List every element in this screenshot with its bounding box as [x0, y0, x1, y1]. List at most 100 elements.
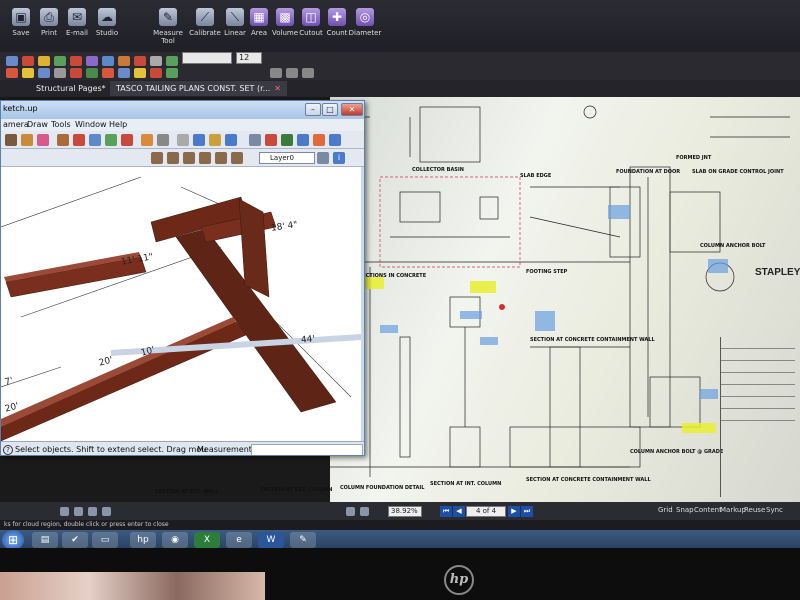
font-size-field[interactable]: 12	[236, 52, 262, 64]
shape-icon[interactable]	[54, 56, 66, 66]
arrow-icon[interactable]	[134, 56, 146, 66]
word-icon[interactable]: W	[258, 532, 284, 548]
hand-icon[interactable]	[346, 507, 355, 516]
content-toggle[interactable]: Content	[694, 506, 722, 514]
zoom-extents-icon[interactable]	[249, 134, 261, 146]
maximize-button[interactable]: □	[322, 103, 338, 116]
front-view-icon[interactable]	[183, 152, 195, 164]
menu-tools[interactable]: Tools	[51, 120, 71, 129]
iso-view-icon[interactable]	[151, 152, 163, 164]
info-icon[interactable]: i	[333, 152, 345, 164]
make-component-icon[interactable]	[5, 134, 17, 146]
excel-icon[interactable]: X	[194, 532, 220, 548]
align-right-icon[interactable]	[302, 68, 314, 78]
zoom-icon[interactable]	[88, 507, 97, 516]
measurements-input[interactable]	[251, 444, 363, 455]
hatch-icon[interactable]	[166, 68, 178, 78]
explorer-icon[interactable]: ▤	[32, 532, 58, 548]
italic-icon[interactable]	[86, 68, 98, 78]
eraser-icon[interactable]	[37, 134, 49, 146]
zoom-field[interactable]: 38.92%	[388, 506, 422, 517]
ie-icon[interactable]: e	[226, 532, 252, 548]
start-button[interactable]: ⊞	[2, 530, 24, 550]
back-view-icon[interactable]	[215, 152, 227, 164]
menu-camera[interactable]: amera	[3, 120, 29, 129]
tab-structural-pages[interactable]: Structural Pages*	[30, 81, 112, 96]
measure-tool-button[interactable]: ✎ Measure Tool	[150, 8, 186, 48]
follow-me-icon[interactable]	[105, 134, 117, 146]
font-family-field[interactable]	[182, 52, 232, 64]
last-page-button[interactable]: ⏭	[521, 506, 533, 517]
page-field[interactable]: 4 of 4	[466, 506, 506, 517]
polygon-icon[interactable]	[166, 56, 178, 66]
help-icon[interactable]: ?	[3, 445, 13, 455]
share-model-icon[interactable]	[297, 134, 309, 146]
folder-icon[interactable]: ✔	[62, 532, 88, 548]
bold-icon[interactable]	[70, 68, 82, 78]
cloud-icon[interactable]	[86, 56, 98, 66]
line-icon[interactable]	[70, 56, 82, 66]
offset-icon[interactable]	[141, 134, 153, 146]
strike-icon[interactable]	[150, 68, 162, 78]
font-color-icon[interactable]	[134, 68, 146, 78]
sketchup-titlebar[interactable]: ketch.up – □ ✕	[1, 101, 364, 119]
highlighter-icon[interactable]	[38, 56, 50, 66]
firefox-icon[interactable]: ◉	[162, 532, 188, 548]
sketchup-canvas[interactable]: 18' 4" 11' 11" 44' 20' 10' 20' 7'	[1, 167, 362, 442]
fill-color-icon[interactable]	[6, 68, 18, 78]
underline-icon[interactable]	[102, 68, 114, 78]
markup-toggle[interactable]: Markup	[720, 506, 746, 514]
sync-toggle[interactable]: Sync	[766, 506, 783, 514]
zoom-icon[interactable]	[225, 134, 237, 146]
pan-icon[interactable]	[209, 134, 221, 146]
rotate-icon[interactable]	[89, 134, 101, 146]
top-view-icon[interactable]	[167, 152, 179, 164]
text-icon[interactable]	[102, 56, 114, 66]
align-left-icon[interactable]	[270, 68, 282, 78]
layer-manager-icon[interactable]	[317, 152, 329, 164]
orbit-icon[interactable]	[193, 134, 205, 146]
tab-document[interactable]: TASCO TAILING PLANS CONST. SET (r... ✕	[110, 81, 287, 96]
minimize-button[interactable]: –	[305, 103, 321, 116]
align-icon[interactable]	[118, 68, 130, 78]
opacity-icon[interactable]	[54, 68, 66, 78]
snapshot-icon[interactable]	[102, 507, 111, 516]
app-icon[interactable]: ▭	[92, 532, 118, 548]
email-button[interactable]: ✉ E-mail	[60, 8, 94, 48]
studio-button[interactable]: ☁ Studio	[90, 8, 124, 48]
line-style-icon[interactable]	[38, 68, 50, 78]
push-pull-icon[interactable]	[57, 134, 69, 146]
hp-icon[interactable]: hp	[130, 532, 156, 548]
select-icon[interactable]	[6, 56, 18, 66]
select-text-icon[interactable]	[360, 507, 369, 516]
drawing-sheet[interactable]: COLLECTOR BASIN SLAB EDGE FOUNDATION AT …	[155, 97, 800, 502]
layer-select[interactable]: Layer0	[259, 152, 315, 164]
first-page-button[interactable]: ⏮	[440, 506, 452, 517]
paint-bucket-icon[interactable]	[21, 134, 33, 146]
prev-page-button[interactable]: ◀	[453, 506, 465, 517]
callout-icon[interactable]	[118, 56, 130, 66]
get-models-icon[interactable]	[281, 134, 293, 146]
close-icon[interactable]: ✕	[274, 84, 281, 93]
dimension-icon[interactable]	[177, 134, 189, 146]
snap-toggle[interactable]: Snap	[676, 506, 694, 514]
right-view-icon[interactable]	[199, 152, 211, 164]
diameter-button[interactable]: ◎ Diameter	[346, 8, 384, 48]
google-earth-icon[interactable]	[313, 134, 325, 146]
align-center-icon[interactable]	[286, 68, 298, 78]
left-view-icon[interactable]	[231, 152, 243, 164]
grid-toggle[interactable]: Grid	[658, 506, 673, 514]
calibrate-button[interactable]: ⟋ Calibrate	[188, 8, 222, 48]
next-page-button[interactable]: ▶	[508, 506, 520, 517]
move-icon[interactable]	[73, 134, 85, 146]
menu-draw[interactable]: Draw	[27, 120, 48, 129]
menu-help[interactable]: Help	[109, 120, 127, 129]
pen-icon[interactable]	[22, 56, 34, 66]
sketchup-window[interactable]: ketch.up – □ ✕ amera Draw Tools Window H…	[0, 100, 365, 456]
menu-window[interactable]: Window	[75, 120, 107, 129]
pan-icon[interactable]	[60, 507, 69, 516]
previous-view-icon[interactable]	[265, 134, 277, 146]
tape-measure-icon[interactable]	[157, 134, 169, 146]
line-color-icon[interactable]	[22, 68, 34, 78]
scale-icon[interactable]	[121, 134, 133, 146]
